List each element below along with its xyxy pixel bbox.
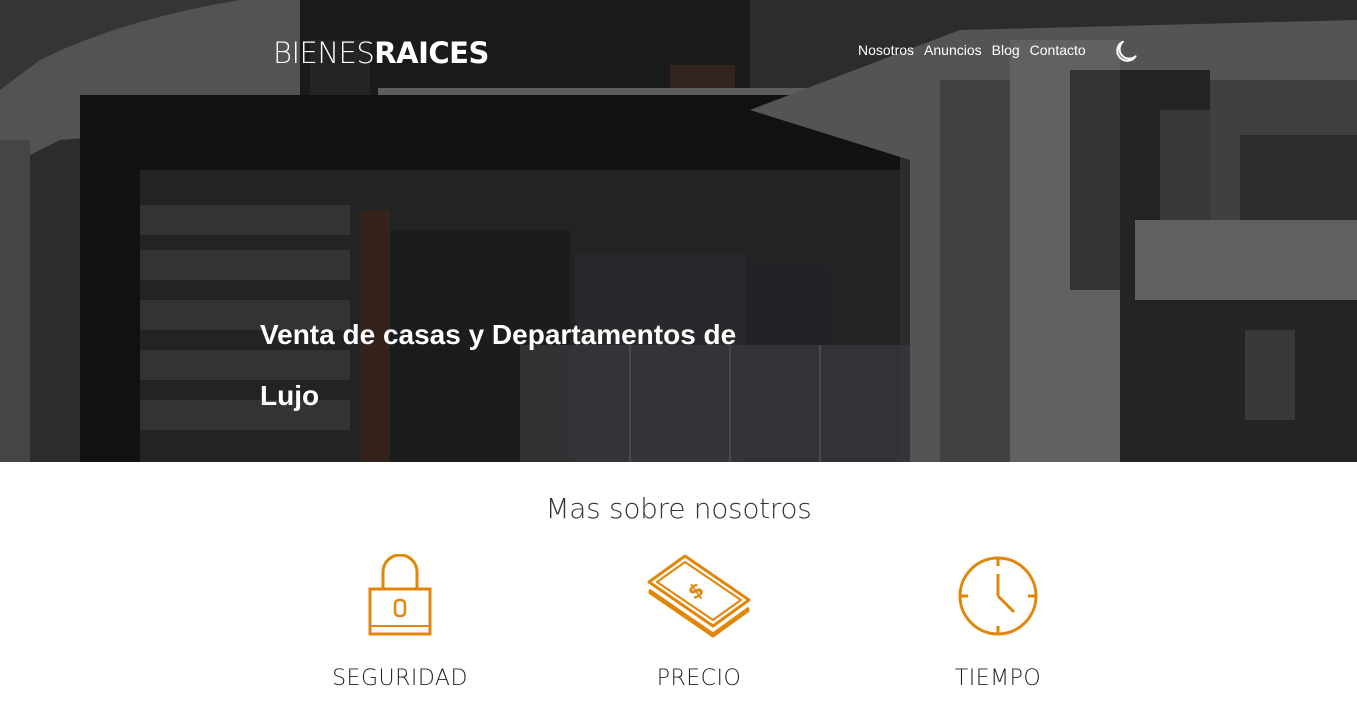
section-title: Mas sobre nosotros [545, 492, 812, 525]
feature-tiempo: TIEMPO [868, 554, 1128, 691]
moon-icon[interactable] [1114, 36, 1142, 64]
svg-text:$: $ [683, 577, 708, 605]
hero-title: Venta de casas y Departamentos de Lujo [260, 319, 737, 411]
nav-link-contacto[interactable]: Contacto [1030, 41, 1086, 59]
main-navigation: Nosotros Anuncios Blog Contacto [858, 41, 1086, 59]
nav-link-blog[interactable]: Blog [992, 41, 1020, 59]
site-header: BIENESRAICES Nosotros Anuncios Blog Cont… [0, 0, 1357, 100]
logo-text-bold: RAICES [374, 36, 489, 70]
site-logo[interactable]: BIENESRAICES [273, 33, 489, 72]
hero: BIENESRAICES Nosotros Anuncios Blog Cont… [0, 0, 1357, 462]
feature-label: TIEMPO [954, 666, 1042, 691]
money-icon: $ [569, 554, 829, 644]
feature-label: SEGURIDAD [332, 666, 468, 691]
logo-text-thin: BIENES [273, 36, 375, 70]
lock-icon [270, 554, 530, 644]
feature-label: PRECIO [656, 666, 742, 691]
nav-link-anuncios[interactable]: Anuncios [924, 41, 982, 59]
feature-seguridad: SEGURIDAD [270, 554, 530, 691]
clock-icon [868, 554, 1128, 644]
feature-precio: $ PRECIO [569, 554, 829, 691]
nav-link-nosotros[interactable]: Nosotros [858, 41, 914, 59]
about-section: Mas sobre nosotros SEGURIDAD $ PRECIO TI… [0, 462, 1357, 719]
